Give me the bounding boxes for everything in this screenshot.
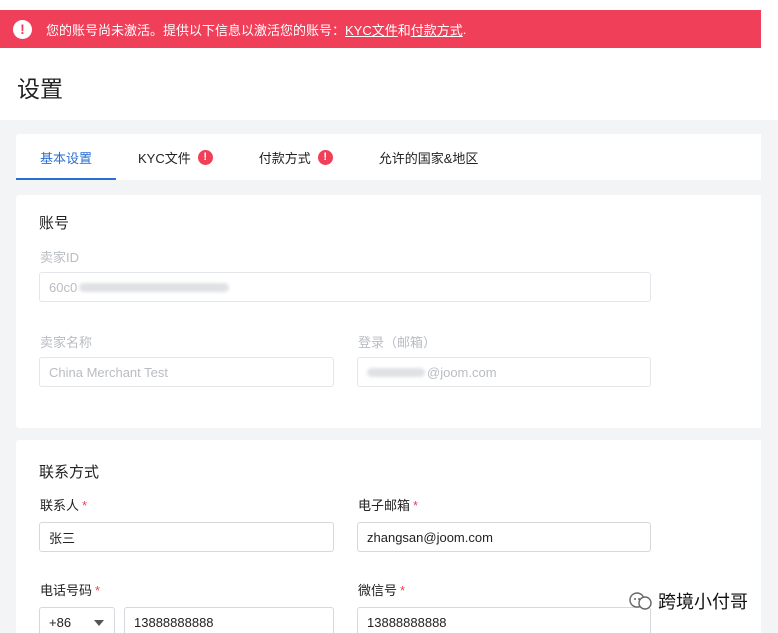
phone-label: 电话号码 * <box>40 580 100 599</box>
required-mark: * <box>82 498 88 513</box>
watermark-text: 跨境小付哥 <box>658 592 748 612</box>
watermark: 跨境小付哥 <box>628 588 748 614</box>
tab-label: 基本设置 <box>39 150 92 166</box>
warning-icon: ! <box>317 149 333 165</box>
login-email-label: 登录（邮箱） <box>358 335 437 350</box>
contact-section-title: 联系方式 <box>39 464 100 481</box>
login-email-field: @joom.com <box>357 357 651 387</box>
email-input[interactable]: zhangsan@joom.com <box>357 522 651 552</box>
phone-country-code-select[interactable]: +86 <box>39 607 115 633</box>
merchant-id-field: 60c0 <box>39 272 651 302</box>
contact-person-label: 联系人 * <box>40 495 87 514</box>
contact-person-label-text: 联系人 <box>40 498 80 513</box>
tab-allowed-countries[interactable]: 允许的国家&地区 <box>379 134 479 180</box>
wechat-value: 13888888888 <box>367 614 447 630</box>
settings-page: ! 您的账号尚未激活。提供以下信息以激活您的账号： KYC文件和付款方式. 设置 … <box>0 0 778 633</box>
tab-label: 付款方式 <box>258 150 311 166</box>
merchant-id-value: 60c0 <box>49 279 78 295</box>
tab-label: KYC文件 <box>138 150 191 166</box>
wechat-label: 微信号 * <box>358 580 405 599</box>
tab-kyc-documents[interactable]: KYC文件 ! <box>138 134 213 180</box>
phone-number-value: 13888888888 <box>134 614 214 630</box>
email-label: 电子邮箱 * <box>358 495 418 514</box>
warning-icon: ! <box>197 149 213 165</box>
settings-tabs: 基本设置 KYC文件 ! 付款方式 ! 允许的国家&地区 <box>16 134 761 180</box>
email-label-text: 电子邮箱 <box>358 498 411 513</box>
exclamation-icon: ! <box>13 19 32 39</box>
wechat-official-account-icon <box>629 592 652 610</box>
page-title: 设置 <box>17 76 63 102</box>
required-mark: * <box>95 583 101 598</box>
tab-basic-settings[interactable]: 基本设置 <box>16 134 116 180</box>
redacted-blur <box>79 282 230 292</box>
tab-label: 允许的国家&地区 <box>378 150 479 166</box>
redacted-blur <box>367 367 425 377</box>
phone-code-value: +86 <box>49 614 72 630</box>
wechat-input[interactable]: 13888888888 <box>357 607 651 633</box>
required-mark: * <box>413 498 419 513</box>
contact-person-value: 张三 <box>49 530 76 546</box>
contact-person-input[interactable]: 张三 <box>39 522 334 552</box>
alert-kyc-link[interactable]: KYC文件 <box>345 20 398 39</box>
phone-number-input[interactable]: 13888888888 <box>124 607 334 633</box>
merchant-id-label: 卖家ID <box>40 250 80 265</box>
alert-end: . <box>462 21 467 37</box>
alert-conjunction: 和 <box>397 22 411 38</box>
wechat-label-text: 微信号 <box>358 583 398 598</box>
email-value: zhangsan@joom.com <box>367 529 493 545</box>
phone-label-text: 电话号码 <box>40 583 93 598</box>
required-mark: * <box>400 583 406 598</box>
account-card: 账号 卖家ID 60c0 卖家名称 China Merchant Test 登录… <box>16 195 761 428</box>
merchant-name-label: 卖家名称 <box>40 335 93 350</box>
merchant-name-value: China Merchant Test <box>49 364 168 380</box>
tab-payment-methods[interactable]: 付款方式 ! <box>259 134 333 180</box>
chevron-down-icon <box>94 620 104 626</box>
alert-message: 您的账号尚未激活。提供以下信息以激活您的账号： <box>46 22 346 38</box>
login-email-value: @joom.com <box>427 364 497 380</box>
account-section-title: 账号 <box>39 215 70 232</box>
merchant-name-field: China Merchant Test <box>39 357 334 387</box>
activation-alert-banner: ! 您的账号尚未激活。提供以下信息以激活您的账号： KYC文件和付款方式. <box>0 10 761 48</box>
alert-payment-link[interactable]: 付款方式 <box>411 20 463 39</box>
